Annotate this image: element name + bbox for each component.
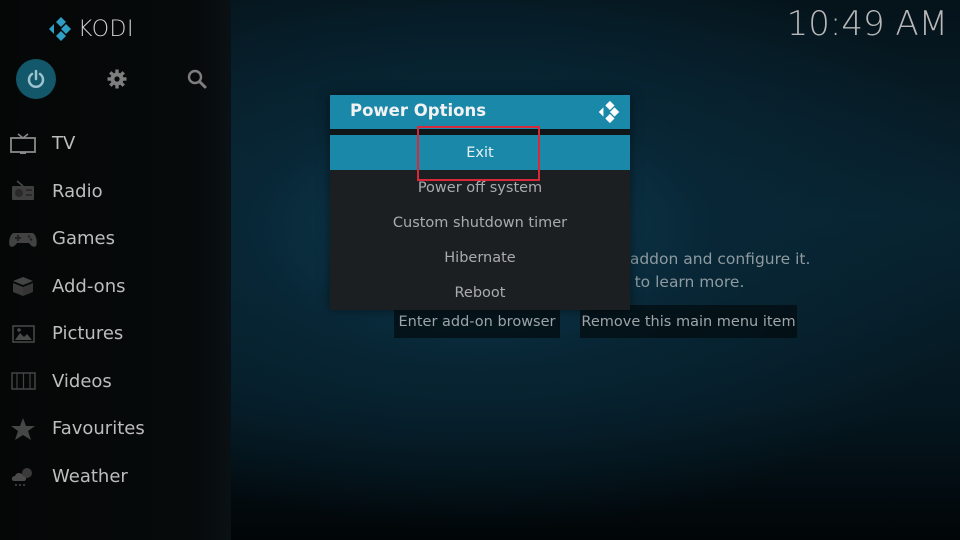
- option-exit[interactable]: Exit: [330, 135, 630, 170]
- power-button[interactable]: [16, 59, 56, 99]
- sidebar-item-label: Games: [52, 228, 115, 250]
- radio-icon: [8, 179, 38, 203]
- power-options-dialog: Power Options Exit Power off system Cust…: [330, 95, 630, 310]
- gamepad-icon: [8, 227, 38, 251]
- sidebar: KODI TV Radio Games Add-ons Pictures Vid…: [0, 0, 231, 540]
- clock: 10:49 AM: [786, 4, 948, 44]
- dialog-title: Power Options: [350, 101, 487, 120]
- settings-button[interactable]: [100, 62, 134, 96]
- sidebar-item-tv[interactable]: TV: [0, 120, 231, 168]
- dialog-header: Power Options: [330, 95, 630, 129]
- top-icon-bar: [0, 58, 231, 102]
- sidebar-item-label: Pictures: [52, 323, 124, 345]
- kodi-logo-icon: [49, 17, 71, 41]
- power-icon: [27, 69, 45, 88]
- sidebar-item-pictures[interactable]: Pictures: [0, 310, 231, 358]
- option-reboot[interactable]: Reboot: [330, 275, 630, 310]
- power-options-list: Exit Power off system Custom shutdown ti…: [330, 135, 630, 310]
- sidebar-item-addons[interactable]: Add-ons: [0, 263, 231, 311]
- option-shutdown-timer[interactable]: Custom shutdown timer: [330, 205, 630, 240]
- sidebar-item-label: Favourites: [52, 418, 145, 440]
- weather-icon: [8, 464, 38, 488]
- sidebar-item-weather[interactable]: Weather: [0, 453, 231, 501]
- box-icon: [8, 274, 38, 298]
- tv-icon: [8, 132, 38, 156]
- sidebar-item-favourites[interactable]: Favourites: [0, 405, 231, 453]
- app-name: KODI: [78, 16, 134, 42]
- star-icon: [8, 417, 38, 441]
- sidebar-item-label: Add-ons: [52, 275, 126, 297]
- sidebar-item-label: TV: [52, 133, 76, 155]
- kodi-logo: KODI: [46, 16, 134, 42]
- picture-icon: [8, 322, 38, 346]
- option-power-off[interactable]: Power off system: [330, 170, 630, 205]
- option-hibernate[interactable]: Hibernate: [330, 240, 630, 275]
- sidebar-item-games[interactable]: Games: [0, 215, 231, 263]
- sidebar-item-videos[interactable]: Videos: [0, 358, 231, 406]
- sidebar-item-label: Videos: [52, 370, 112, 392]
- main-menu: TV Radio Games Add-ons Pictures Videos F…: [0, 120, 231, 500]
- sidebar-item-label: Weather: [52, 465, 128, 487]
- search-button[interactable]: [180, 62, 214, 96]
- sidebar-item-radio[interactable]: Radio: [0, 168, 231, 216]
- gear-icon: [107, 69, 127, 89]
- sidebar-item-label: Radio: [52, 180, 103, 202]
- kodi-logo-icon: [598, 100, 620, 124]
- film-icon: [8, 369, 38, 393]
- search-icon: [187, 69, 207, 89]
